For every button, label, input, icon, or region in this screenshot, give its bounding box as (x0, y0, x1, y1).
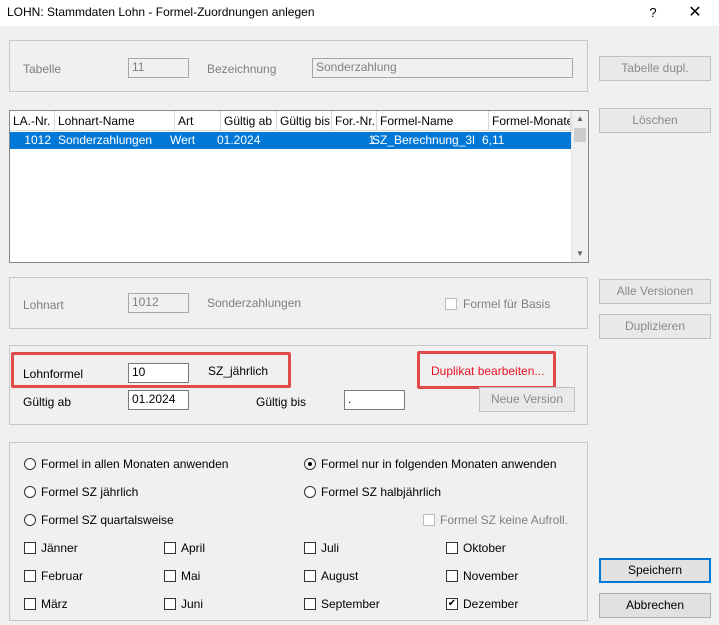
label-april: April (181, 541, 206, 555)
bezeichnung-field: Sonderzahlung (312, 58, 573, 78)
radio-sz-quartal[interactable] (24, 514, 36, 526)
duplizieren-button[interactable]: Duplizieren (599, 314, 711, 339)
checkbox-juni[interactable] (164, 598, 176, 610)
lohnart-name-label: Sonderzahlungen (207, 296, 302, 310)
checkbox-dezember[interactable]: ✔ (446, 598, 458, 610)
radio-sz-quartal-label: Formel SZ quartalsweise (41, 513, 174, 527)
checkbox-jaenner[interactable] (24, 542, 36, 554)
checkbox-mai[interactable] (164, 570, 176, 582)
formel-fuer-basis-checkbox[interactable] (445, 298, 457, 310)
scroll-down-arrow-icon[interactable]: ▼ (572, 246, 588, 262)
column-header-gueltig-bis[interactable]: Gültig bis (277, 111, 332, 131)
cell-art: Wert (170, 133, 196, 147)
speichern-button[interactable]: Speichern (599, 558, 711, 583)
checkbox-september[interactable] (304, 598, 316, 610)
neue-version-button[interactable]: Neue Version (479, 387, 575, 412)
checkmark-icon: ✔ (447, 598, 457, 609)
formel-fuer-basis-label: Formel für Basis (463, 297, 551, 311)
label-juli: Juli (321, 541, 340, 555)
abbrechen-button[interactable]: Abbrechen (599, 593, 711, 618)
column-header-for-nr[interactable]: For.-Nr. (332, 111, 377, 131)
column-header-lohnart-name[interactable]: Lohnart-Name (55, 111, 175, 131)
label-mai: Mai (181, 569, 201, 583)
duplikat-bearbeiten-link[interactable]: Duplikat bearbeiten... (431, 364, 544, 378)
gueltig-bis-label: Gültig bis (256, 395, 307, 409)
label-jaenner: Jänner (41, 541, 78, 555)
loeschen-button[interactable]: Löschen (599, 108, 711, 133)
cell-la-nr: 1012 (24, 133, 51, 147)
scroll-thumb[interactable] (574, 128, 586, 142)
label-dezember: Dezember (463, 597, 519, 611)
cell-for-nr: 1 (368, 133, 375, 147)
help-button[interactable]: ? (640, 3, 666, 23)
gueltig-ab-input[interactable]: 01.2024 (128, 390, 189, 410)
window-title: LOHN: Stammdaten Lohn - Formel-Zuordnung… (7, 5, 315, 19)
gueltig-ab-label: Gültig ab (23, 395, 72, 409)
table-row[interactable]: 1012 Sonderzahlungen Wert 01.2024 1 SZ_B… (10, 132, 571, 149)
checkbox-maerz[interactable] (24, 598, 36, 610)
checkbox-april[interactable] (164, 542, 176, 554)
radio-sz-jaehrlich-label: Formel SZ jährlich (41, 485, 139, 499)
label-oktober: Oktober (463, 541, 506, 555)
radio-folgende-monate[interactable] (304, 458, 316, 470)
cell-gueltig-ab: 01.2024 (217, 133, 261, 147)
scroll-up-arrow-icon[interactable]: ▲ (572, 111, 588, 127)
checkbox-oktober[interactable] (446, 542, 458, 554)
label-maerz: März (41, 597, 68, 611)
checkbox-november[interactable] (446, 570, 458, 582)
tabelle-label: Tabelle (23, 62, 62, 76)
tabelle-field: 11 (128, 58, 189, 78)
radio-sz-halbjaehrlich[interactable] (304, 486, 316, 498)
radio-alle-monate[interactable] (24, 458, 36, 470)
gueltig-bis-input[interactable]: . (344, 390, 405, 410)
radio-alle-monate-label: Formel in allen Monaten anwenden (41, 457, 229, 471)
column-header-formel-monate[interactable]: Formel-Monate (489, 111, 571, 131)
cell-formel-name: SZ_Berechnung_3l (372, 133, 475, 147)
title-bar: LOHN: Stammdaten Lohn - Formel-Zuordnung… (0, 0, 719, 26)
lohnart-field: 1012 (128, 293, 189, 313)
keine-aufroll-checkbox[interactable] (423, 514, 435, 526)
checkbox-august[interactable] (304, 570, 316, 582)
cell-formel-monate: 6,11 (482, 133, 505, 147)
column-header-gueltig-ab[interactable]: Gültig ab (221, 111, 277, 131)
column-header-formel-name[interactable]: Formel-Name (377, 111, 489, 131)
bezeichnung-label: Bezeichnung (207, 62, 277, 76)
checkbox-juli[interactable] (304, 542, 316, 554)
label-juni: Juni (181, 597, 204, 611)
lohnformel-label: Lohnformel (23, 367, 84, 381)
lohnformel-input[interactable]: 10 (128, 363, 189, 383)
column-header-art[interactable]: Art (175, 111, 221, 131)
radio-sz-jaehrlich[interactable] (24, 486, 36, 498)
alle-versionen-button[interactable]: Alle Versionen (599, 279, 711, 304)
label-februar: Februar (41, 569, 84, 583)
vertical-scrollbar[interactable]: ▲ ▼ (571, 111, 588, 262)
label-november: November (463, 569, 519, 583)
label-august: August (321, 569, 359, 583)
formula-assignment-list[interactable]: LA.-Nr. Lohnart-Name Art Gültig ab Gülti… (9, 110, 589, 263)
lohnformel-name-label: SZ_jährlich (208, 364, 269, 378)
tabelle-duplizieren-button[interactable]: Tabelle dupl. (599, 56, 711, 81)
radio-folgende-monate-label: Formel nur in folgenden Monaten anwenden (321, 457, 557, 471)
checkbox-februar[interactable] (24, 570, 36, 582)
column-header-la-nr[interactable]: LA.-Nr. (10, 111, 55, 131)
lohnart-label: Lohnart (23, 298, 64, 312)
keine-aufroll-label: Formel SZ keine Aufroll. (440, 513, 569, 527)
cell-lohnart-name: Sonderzahlungen (58, 133, 153, 147)
radio-sz-halbjaehrlich-label: Formel SZ halbjährlich (321, 485, 442, 499)
label-september: September (321, 597, 380, 611)
close-button[interactable]: ✕ (680, 3, 710, 23)
